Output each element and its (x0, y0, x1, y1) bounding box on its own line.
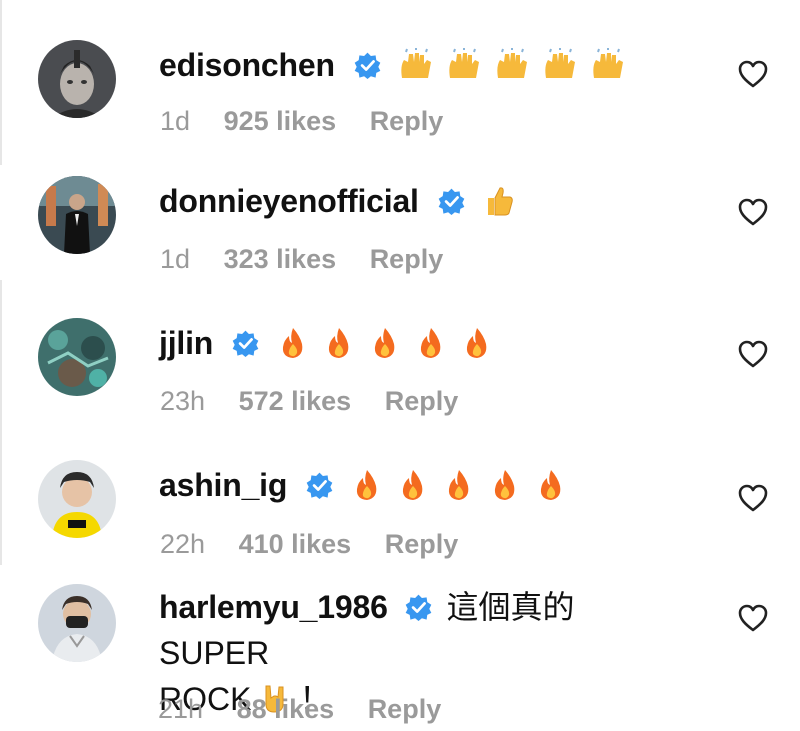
comment-meta: 1d 925 likes Reply (160, 106, 469, 137)
verified-badge-icon (306, 472, 333, 499)
fire-icon (402, 470, 423, 500)
comment-meta: 1d 323 likes Reply (160, 244, 469, 275)
comment-likes[interactable]: 323 likes (224, 244, 337, 274)
raising-hands-icon (496, 48, 527, 78)
reply-button[interactable]: Reply (370, 106, 444, 136)
avatar[interactable] (38, 176, 116, 254)
raising-hands-icon (592, 48, 623, 78)
fire-icon (540, 470, 561, 500)
comment-emoji-row (482, 184, 516, 218)
raising-hands-icon (400, 48, 431, 78)
verified-badge-icon (232, 330, 259, 357)
avatar[interactable] (38, 40, 116, 118)
comment-username[interactable]: donnieyenofficial (159, 183, 419, 219)
fire-icon (328, 328, 349, 358)
heart-icon[interactable] (737, 196, 769, 228)
comment-body: edisonchen (159, 42, 710, 88)
reply-button[interactable]: Reply (385, 529, 459, 559)
fire-icon (420, 328, 441, 358)
comment-emoji-row (276, 326, 494, 360)
comment-body: jjlin (159, 320, 710, 366)
comment-likes[interactable]: 925 likes (224, 106, 337, 136)
comment-time[interactable]: 1d (160, 106, 190, 136)
verified-badge-icon (405, 594, 431, 621)
comment-likes[interactable]: 410 likes (239, 529, 352, 559)
comment-item: donnieyenofficial 1d 323 likes Reply (0, 150, 800, 290)
avatar[interactable] (38, 584, 116, 662)
heart-icon[interactable] (737, 338, 769, 370)
heart-icon[interactable] (737, 482, 769, 514)
comment-emoji-row (398, 48, 626, 82)
reply-button[interactable]: Reply (385, 386, 459, 416)
comment-meta: 21h 88 likes Reply (158, 694, 467, 725)
comment-likes[interactable]: 88 likes (237, 694, 335, 724)
comment-time[interactable]: 22h (160, 529, 205, 559)
reply-button[interactable]: Reply (368, 694, 442, 724)
avatar[interactable] (38, 318, 116, 396)
comment-meta: 23h 572 likes Reply (160, 386, 484, 417)
comment-body: donnieyenofficial (159, 178, 710, 224)
comment-username[interactable]: edisonchen (159, 47, 335, 83)
thumbs-up-icon (487, 187, 513, 216)
comment-meta: 22h 410 likes Reply (160, 529, 484, 560)
fire-icon (466, 328, 487, 358)
comment-likes[interactable]: 572 likes (239, 386, 352, 416)
heart-icon[interactable] (737, 602, 769, 634)
comment-time[interactable]: 23h (160, 386, 205, 416)
comment-emoji-row (350, 468, 568, 502)
fire-icon (356, 470, 377, 500)
comment-time[interactable]: 1d (160, 244, 190, 274)
avatar[interactable] (38, 460, 116, 538)
raising-hands-icon (448, 48, 479, 78)
comments-list: edisonchen 1d 925 likes Reply donnieyeno… (0, 0, 800, 731)
fire-icon (374, 328, 395, 358)
heart-icon[interactable] (737, 58, 769, 90)
comment-body: ashin_ig (159, 462, 710, 508)
fire-icon (448, 470, 469, 500)
comment-item: harlemyu_1986 這個真的SUPER ROCK ！ 21h 88 li… (0, 572, 800, 731)
comment-item: ashin_ig 22h 410 likes Reply (0, 432, 800, 572)
fire-icon (494, 470, 515, 500)
comment-item: jjlin 23h 572 likes Reply (0, 290, 800, 432)
comment-time[interactable]: 21h (158, 694, 203, 724)
fire-icon (282, 328, 303, 358)
comment-username[interactable]: ashin_ig (159, 467, 287, 503)
comment-username[interactable]: harlemyu_1986 (159, 589, 388, 625)
verified-badge-icon (438, 188, 464, 215)
verified-badge-icon (354, 52, 381, 79)
reply-button[interactable]: Reply (370, 244, 444, 274)
raising-hands-icon (544, 48, 575, 78)
comment-item: edisonchen 1d 925 likes Reply (0, 0, 800, 150)
comment-username[interactable]: jjlin (159, 325, 213, 361)
